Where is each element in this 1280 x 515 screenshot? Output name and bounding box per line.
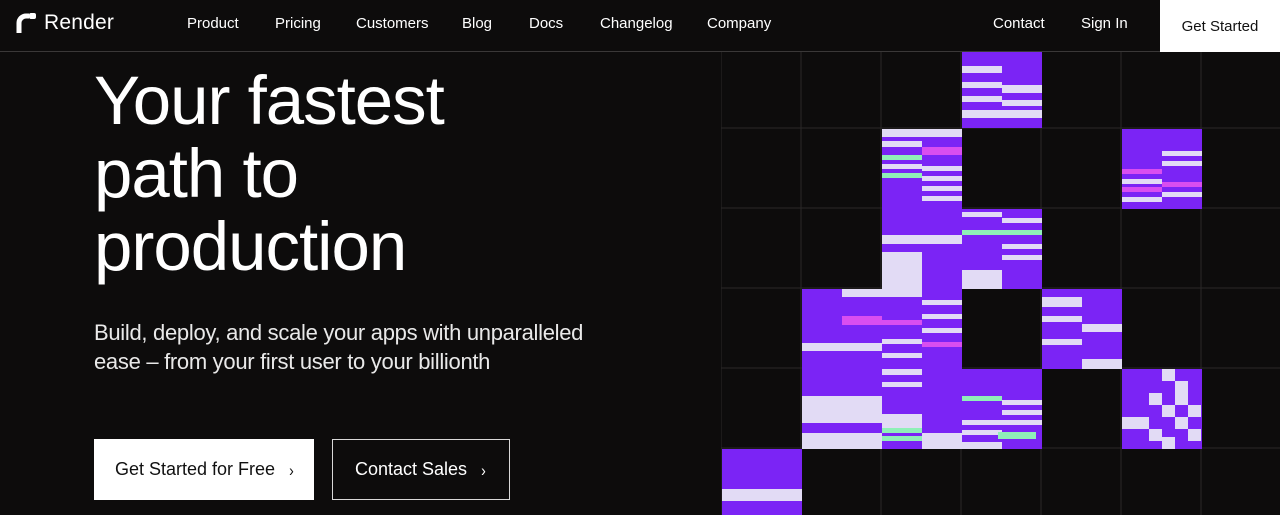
hero-subtitle: Build, deploy, and scale your apps with … <box>94 318 614 376</box>
nav-docs[interactable]: Docs <box>529 15 563 32</box>
pixel-block <box>882 129 962 209</box>
nav-customers[interactable]: Customers <box>356 15 429 32</box>
get-started-free-label: Get Started for Free <box>115 459 276 479</box>
hero-pixel-art <box>721 52 1280 515</box>
brand-name: Render <box>44 11 115 34</box>
nav-contact[interactable]: Contact <box>993 15 1045 32</box>
nav-product[interactable]: Product <box>187 15 239 32</box>
contact-sales-label: Contact Sales <box>355 459 468 479</box>
hero-subtitle-line: Build, deploy, and scale your apps with … <box>94 320 584 345</box>
hero-title: Your fastest path to production <box>94 64 614 283</box>
pixel-block <box>722 449 802 515</box>
pixel-block <box>962 52 1042 128</box>
pixel-block <box>1042 289 1122 369</box>
pixel-block <box>802 369 882 449</box>
nav-pricing[interactable]: Pricing <box>275 15 321 32</box>
pixel-block <box>882 289 962 369</box>
render-logo-icon <box>16 13 36 33</box>
pixel-block <box>802 289 882 369</box>
hero-title-line: Your fastest <box>94 62 445 139</box>
pixel-block <box>1122 129 1202 209</box>
nav-changelog[interactable]: Changelog <box>600 15 673 32</box>
get-started-free-button[interactable]: Get Started for Free › <box>94 439 314 500</box>
nav-sign-in[interactable]: Sign In <box>1081 15 1128 32</box>
pixel-block <box>882 209 962 289</box>
hero-title-line: production <box>94 208 407 285</box>
pixel-block <box>962 369 1042 449</box>
chevron-right-icon: › <box>289 459 294 480</box>
get-started-button[interactable]: Get Started <box>1160 0 1280 52</box>
pixel-block <box>962 209 1042 289</box>
pixel-block <box>1122 369 1202 449</box>
chevron-right-icon: › <box>481 459 486 480</box>
top-nav: Render Product Pricing Customers Blog Do… <box>0 0 1280 52</box>
pixel-block <box>882 369 962 449</box>
hero-title-line: path to <box>94 135 299 212</box>
brand-logo[interactable]: Render <box>16 11 114 35</box>
hero-subtitle-line: ease – from your first user to your bill… <box>94 349 491 374</box>
nav-blog[interactable]: Blog <box>462 15 492 32</box>
contact-sales-button[interactable]: Contact Sales › <box>332 439 510 500</box>
nav-company[interactable]: Company <box>707 15 771 32</box>
